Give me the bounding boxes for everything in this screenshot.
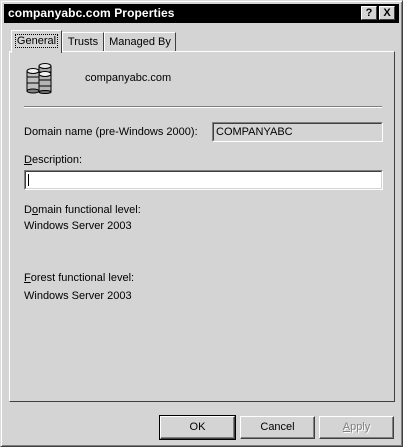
help-button[interactable]: ? xyxy=(361,6,377,20)
tab-trusts[interactable]: Trusts xyxy=(62,32,104,52)
forest-level-label-rest: orest functional level: xyxy=(30,272,135,284)
apply-button[interactable]: Apply xyxy=(319,416,394,439)
description-input[interactable] xyxy=(24,170,383,190)
separator xyxy=(24,106,382,108)
tab-general[interactable]: General xyxy=(11,30,62,53)
description-label: Description: xyxy=(24,154,82,166)
properties-dialog: companyabc.com Properties ? X General Tr… xyxy=(0,0,403,447)
domain-name-label: companyabc.com xyxy=(85,72,172,84)
description-value xyxy=(25,171,382,189)
description-label-rest: escription: xyxy=(31,154,83,166)
apply-button-mnemonic: A xyxy=(342,421,351,433)
tab-managed-by[interactable]: Managed By xyxy=(104,32,176,52)
tab-trusts-label: Trusts xyxy=(67,36,99,48)
domain-servers-icon xyxy=(26,63,52,94)
ok-button[interactable]: OK xyxy=(159,415,236,440)
prewin2000-label: Domain name (pre-Windows 2000): xyxy=(24,126,198,138)
tab-managed-by-label: Managed By xyxy=(109,36,171,48)
domain-level-label: Domain functional level: xyxy=(24,204,141,216)
title-bar[interactable]: companyabc.com Properties ? X xyxy=(4,4,399,23)
forest-level-label: Forest functional level: xyxy=(24,272,134,284)
text-caret xyxy=(28,174,29,186)
tab-general-label: General xyxy=(14,34,59,48)
prewin2000-field[interactable]: COMPANYABC xyxy=(212,122,383,142)
domain-level-value: Windows Server 2003 xyxy=(24,220,132,232)
general-tab-panel: companyabc.com Domain name (pre-Windows … xyxy=(9,51,395,402)
description-label-mnemonic: D xyxy=(24,154,32,166)
apply-button-rest: pply xyxy=(350,421,371,433)
forest-level-label-mnemonic: F xyxy=(24,272,31,284)
forest-level-value: Windows Server 2003 xyxy=(24,290,132,302)
prewin2000-value: COMPANYABC xyxy=(213,123,382,141)
domain-level-label-rest: main functional level: xyxy=(38,204,141,216)
close-button[interactable]: X xyxy=(379,6,395,20)
window-title: companyabc.com Properties xyxy=(8,6,175,20)
cancel-button[interactable]: Cancel xyxy=(240,416,315,439)
domain-level-label-prefix: D xyxy=(24,204,32,216)
